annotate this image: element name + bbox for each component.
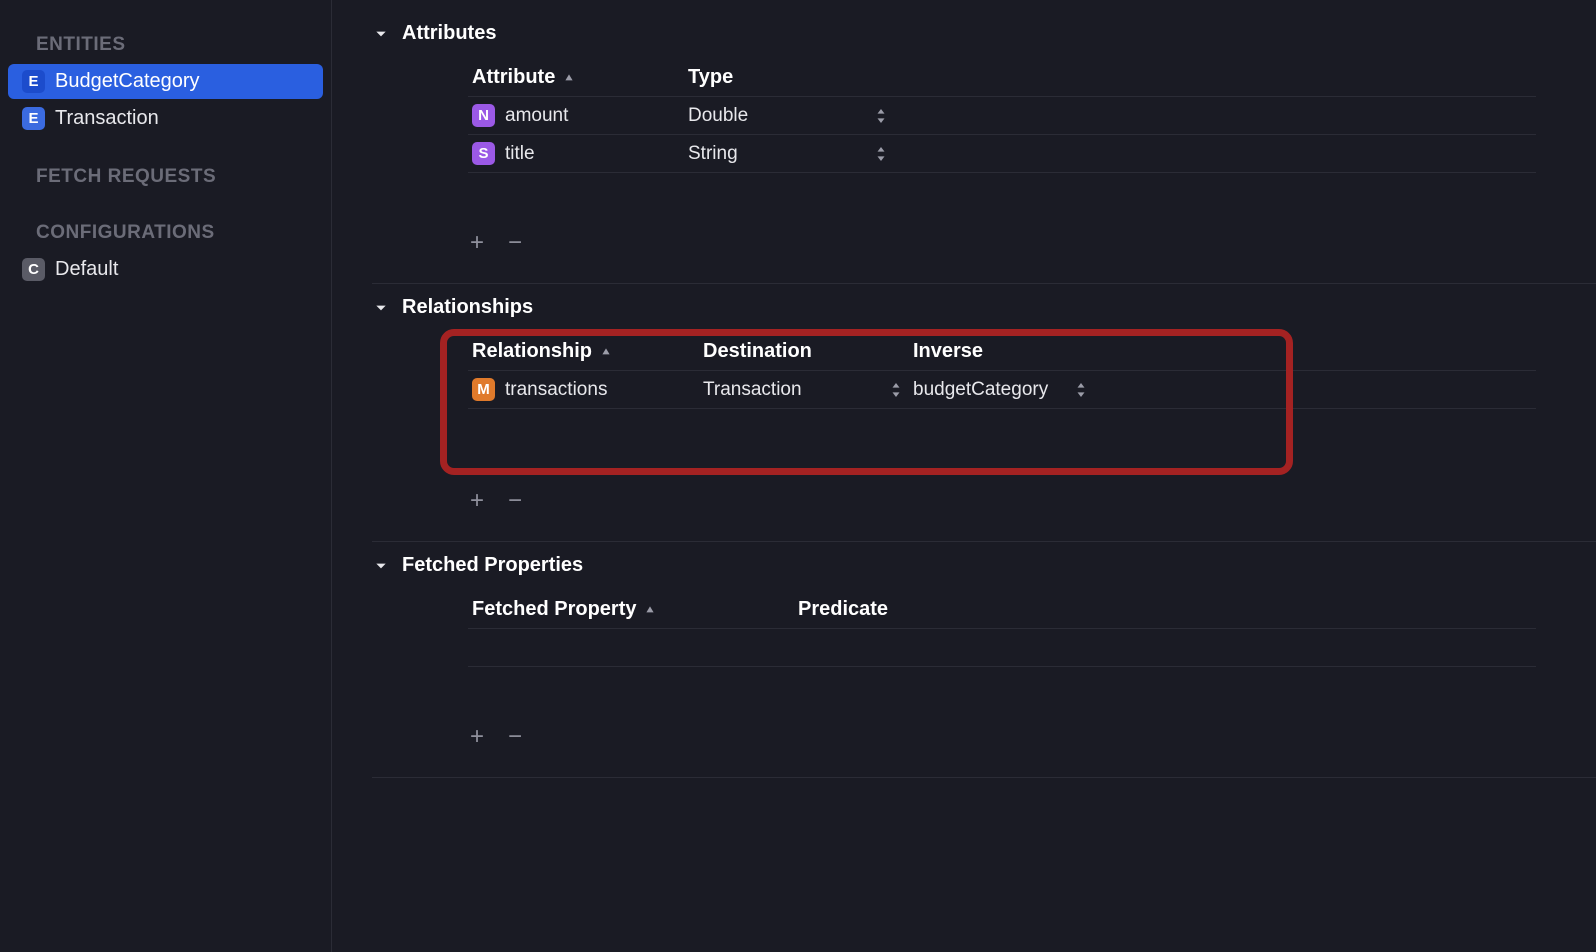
attributes-title: Attributes <box>402 22 496 45</box>
entity-item-transaction[interactable]: E Transaction <box>8 101 323 136</box>
disclosure-relationships[interactable] <box>372 299 390 317</box>
updown-icon <box>876 109 886 123</box>
updown-icon <box>876 147 886 161</box>
entity-item-budgetcategory[interactable]: E BudgetCategory <box>8 64 323 99</box>
attribute-name: amount <box>505 105 568 127</box>
attribute-row[interactable]: N amount Double <box>468 97 1536 135</box>
add-fetched-property-button[interactable]: + <box>470 725 484 749</box>
add-relationship-button[interactable]: + <box>470 489 484 513</box>
remove-relationship-button[interactable]: − <box>508 489 522 513</box>
entity-badge-icon: E <box>22 107 45 130</box>
disclosure-fetched-properties[interactable] <box>372 557 390 575</box>
main-content: Attributes Attribute Type <box>332 0 1596 778</box>
fetched-properties-title: Fetched Properties <box>402 554 583 577</box>
relationships-section: Relationships Relationship Destination I… <box>372 284 1596 542</box>
configuration-label: Default <box>55 258 118 281</box>
fetched-properties-section: Fetched Properties Fetched Property Pred… <box>372 542 1596 778</box>
attribute-name: title <box>505 143 535 165</box>
attribute-type-select[interactable]: Double <box>688 105 898 127</box>
attribute-row-empty <box>468 173 1536 211</box>
attributes-section: Attributes Attribute Type <box>372 10 1596 284</box>
relationships-table: Relationship Destination Inverse <box>468 333 1536 469</box>
relationship-badge-icon: M <box>472 378 495 401</box>
fetch-requests-header: FETCH REQUESTS <box>0 160 331 194</box>
attribute-type-badge-icon: S <box>472 142 495 165</box>
fetched-properties-table: Fetched Property Predicate <box>468 591 1536 705</box>
remove-fetched-property-button[interactable]: − <box>508 725 522 749</box>
entities-header: ENTITIES <box>0 28 331 62</box>
relationship-inverse-select[interactable]: budgetCategory <box>913 379 1098 401</box>
sort-caret-icon <box>563 72 575 84</box>
updown-icon <box>891 383 901 397</box>
relationships-header-inverse[interactable]: Inverse <box>913 340 1213 363</box>
attribute-type-select[interactable]: String <box>688 143 898 165</box>
attributes-table: Attribute Type N amount <box>468 59 1536 211</box>
entity-badge-icon: E <box>22 70 45 93</box>
add-attribute-button[interactable]: + <box>470 231 484 255</box>
sort-caret-icon <box>600 346 612 358</box>
entity-label: BudgetCategory <box>55 70 200 93</box>
entity-label: Transaction <box>55 107 159 130</box>
relationship-destination-select[interactable]: Transaction <box>703 379 913 401</box>
attribute-row[interactable]: S title String <box>468 135 1536 173</box>
attribute-type-badge-icon: N <box>472 104 495 127</box>
relationship-name: transactions <box>505 379 607 401</box>
sort-caret-icon <box>644 604 656 616</box>
attributes-header-name[interactable]: Attribute <box>468 66 688 89</box>
configuration-badge-icon: C <box>22 258 45 281</box>
updown-icon <box>1076 383 1086 397</box>
sidebar: ENTITIES E BudgetCategory E Transaction … <box>0 0 332 952</box>
attributes-header-type[interactable]: Type <box>688 66 898 89</box>
relationships-header-destination[interactable]: Destination <box>703 340 913 363</box>
disclosure-attributes[interactable] <box>372 25 390 43</box>
fetched-property-row-empty <box>468 629 1536 667</box>
remove-attribute-button[interactable]: − <box>508 231 522 255</box>
relationships-title: Relationships <box>402 296 533 319</box>
configuration-item-default[interactable]: C Default <box>8 252 323 287</box>
fetched-property-row-empty <box>468 667 1536 705</box>
fetched-properties-header-name[interactable]: Fetched Property <box>468 598 798 621</box>
relationship-row-empty <box>468 409 1536 469</box>
relationships-header-name[interactable]: Relationship <box>468 340 703 363</box>
fetched-properties-header-predicate[interactable]: Predicate <box>798 598 1536 621</box>
configurations-header: CONFIGURATIONS <box>0 216 331 250</box>
relationship-row[interactable]: M transactions Transaction budgetCategor <box>468 371 1536 409</box>
